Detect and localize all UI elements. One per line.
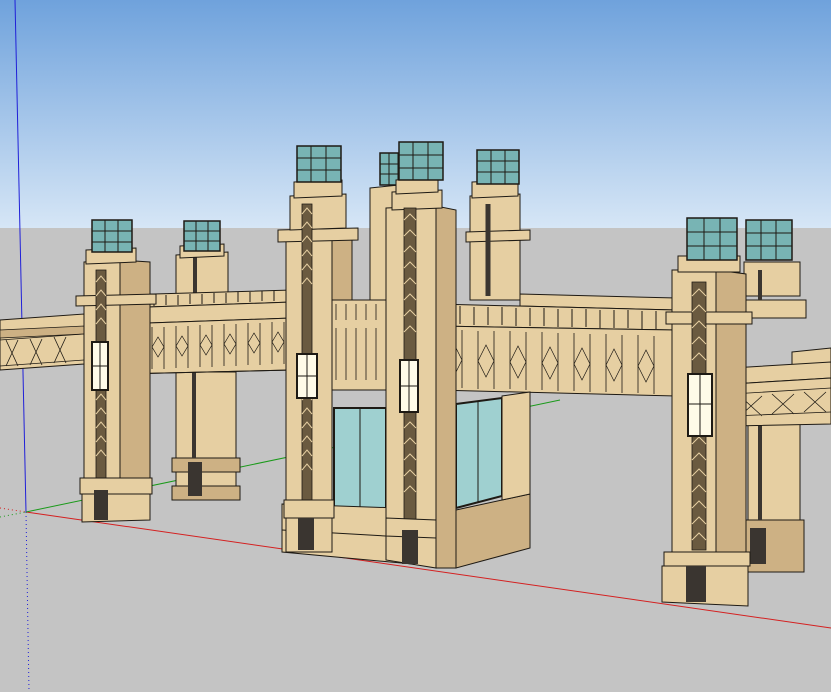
scene-canvas[interactable] xyxy=(0,0,831,692)
3d-model-viewport[interactable] xyxy=(0,0,831,692)
glass-cube-light xyxy=(745,219,793,261)
glass-cube-light xyxy=(686,217,738,261)
glass-cube-light xyxy=(183,220,221,252)
pillar-front-left[interactable] xyxy=(75,219,157,523)
beam-right[interactable] xyxy=(435,293,677,397)
glass-wall-side xyxy=(455,396,503,510)
glass-cube-light xyxy=(398,141,444,181)
pillar-front-right[interactable] xyxy=(661,217,753,607)
glass-cube-light xyxy=(476,149,520,185)
left-low-wall[interactable] xyxy=(0,313,85,371)
glass-cube-light xyxy=(91,219,133,253)
glass-cube-light xyxy=(296,145,342,183)
